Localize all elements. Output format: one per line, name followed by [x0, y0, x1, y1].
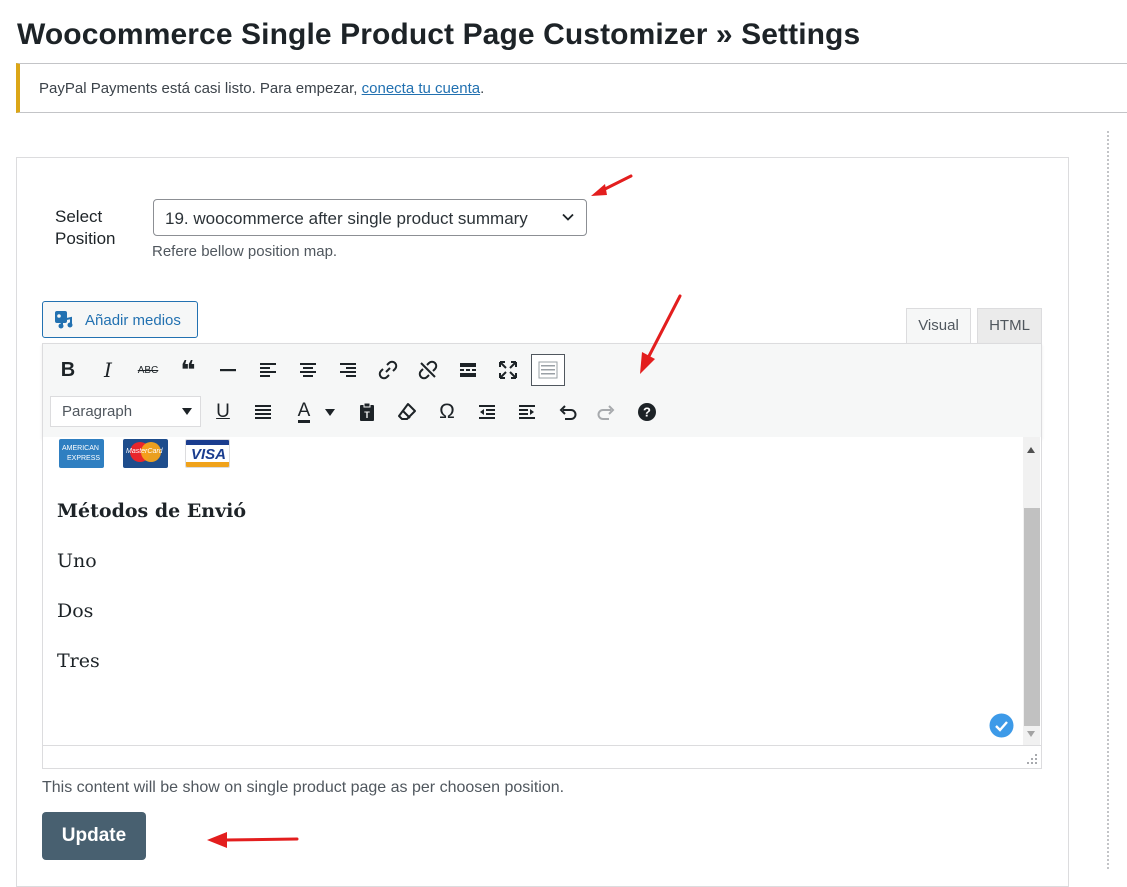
outdent-icon: [479, 405, 495, 419]
align-right-button[interactable]: [333, 355, 363, 385]
scroll-up-arrow-icon[interactable]: [1027, 447, 1035, 453]
blockquote-icon: ❝: [180, 354, 196, 385]
read-more-button[interactable]: [453, 355, 483, 385]
editor-description: This content will be show on single prod…: [42, 779, 565, 796]
underline-button[interactable]: U: [208, 397, 238, 427]
justify-icon: [255, 405, 271, 419]
strikethrough-icon: ABC: [137, 364, 159, 376]
add-media-label: Añadir medios: [85, 312, 181, 329]
mastercard-text: MasterCard: [126, 448, 163, 455]
connect-account-link[interactable]: conecta tu cuenta: [362, 80, 480, 97]
clear-formatting-icon: [398, 403, 416, 420]
undo-icon: [559, 405, 577, 420]
indent-icon: [519, 405, 535, 419]
blockquote-button[interactable]: ❝: [173, 355, 203, 385]
side-divider: [1107, 131, 1109, 869]
align-center-icon: [300, 363, 316, 377]
fullscreen-icon: [499, 361, 517, 379]
amex-line-1: AMERICAN: [62, 445, 99, 452]
align-center-button[interactable]: [293, 355, 323, 385]
position-select[interactable]: 19. woocommerce after single product sum…: [153, 199, 587, 236]
amex-line-2: EXPRESS: [67, 455, 101, 462]
visa-text: VISA: [191, 446, 227, 463]
notice-text: PayPal Payments está casi listo. Para em…: [39, 80, 362, 97]
annotation-arrow-icon: [207, 832, 299, 848]
editor-content-area[interactable]: AMERICAN EXPRESS MasterCard VISA Métodos…: [42, 437, 1042, 746]
amex-card-logo: AMERICAN EXPRESS: [59, 439, 104, 468]
chevron-down-icon: [562, 213, 574, 221]
indent-button[interactable]: [512, 397, 542, 427]
mastercard-logo: MasterCard: [123, 439, 168, 468]
bold-button[interactable]: B: [53, 355, 83, 385]
resize-grip-icon[interactable]: [1026, 753, 1038, 765]
underline-icon: U: [216, 401, 230, 422]
link-icon: [378, 360, 398, 380]
editor-statusbar: [42, 745, 1042, 769]
editor-scrollbar-thumb[interactable]: [1024, 508, 1040, 726]
update-button[interactable]: Update: [42, 812, 146, 860]
visa-card-logo: VISA: [185, 439, 230, 468]
content-item: Dos: [57, 600, 94, 622]
toolbar-toggle-button[interactable]: [531, 354, 565, 386]
annotation-arrow-icon: [591, 174, 633, 196]
page-title: Woocommerce Single Product Page Customiz…: [17, 18, 861, 51]
special-character-button[interactable]: Ω: [432, 397, 462, 427]
help-button[interactable]: ?: [632, 397, 662, 427]
caret-down-icon: [325, 408, 335, 416]
strikethrough-button[interactable]: ABC: [133, 355, 163, 385]
horizontal-rule-icon: [220, 369, 236, 372]
content-heading: Métodos de Envió: [57, 500, 247, 522]
align-left-icon: [260, 363, 276, 377]
tab-visual[interactable]: Visual: [906, 308, 971, 344]
horizontal-rule-button[interactable]: [213, 355, 243, 385]
add-media-button[interactable]: Añadir medios: [42, 301, 198, 338]
justify-button[interactable]: [248, 397, 278, 427]
caret-down-icon: [182, 408, 192, 415]
notice-message: PayPal Payments está casi listo. Para em…: [39, 80, 484, 97]
content-item: Tres: [57, 650, 100, 672]
redo-button[interactable]: [592, 397, 622, 427]
align-right-icon: [340, 363, 356, 377]
format-select-value: Paragraph: [62, 403, 133, 420]
media-icon: [55, 311, 73, 329]
text-color-icon: A: [297, 399, 311, 423]
fullscreen-button[interactable]: [493, 355, 523, 385]
position-hint: Refere bellow position map.: [152, 243, 338, 260]
grammar-check-icon[interactable]: [989, 713, 1014, 738]
paste-text-button[interactable]: T: [352, 397, 382, 427]
bold-icon: B: [60, 358, 76, 381]
italic-icon: I: [104, 358, 112, 382]
help-icon: ?: [638, 403, 656, 421]
read-more-icon: [460, 363, 476, 377]
svg-text:?: ?: [643, 405, 651, 420]
outdent-button[interactable]: [472, 397, 502, 427]
clear-formatting-button[interactable]: [392, 397, 422, 427]
toolbar-toggle-icon: [538, 361, 558, 379]
align-left-button[interactable]: [253, 355, 283, 385]
scroll-down-arrow-icon[interactable]: [1027, 731, 1035, 737]
paste-text-icon: T: [360, 402, 374, 421]
link-button[interactable]: [373, 355, 403, 385]
content-item: Uno: [57, 550, 97, 572]
annotation-arrow-icon: [640, 294, 682, 374]
unlink-button[interactable]: [413, 355, 443, 385]
paypal-notice: PayPal Payments está casi listo. Para em…: [16, 63, 1127, 113]
redo-icon: [597, 405, 615, 420]
label-line-1: Select: [55, 207, 103, 226]
unlink-icon: [418, 360, 438, 380]
select-position-label: Select Position: [55, 206, 115, 250]
svg-text:T: T: [364, 410, 370, 420]
position-select-value: 19. woocommerce after single product sum…: [165, 209, 528, 228]
tab-html[interactable]: HTML: [977, 308, 1042, 344]
special-character-icon: Ω: [439, 400, 455, 423]
text-color-button[interactable]: A: [288, 397, 320, 427]
undo-button[interactable]: [552, 397, 582, 427]
italic-button[interactable]: I: [93, 355, 123, 385]
format-select[interactable]: Paragraph: [50, 396, 201, 427]
label-line-2: Position: [55, 229, 116, 248]
notice-suffix: .: [480, 80, 485, 97]
text-color-dropdown[interactable]: [320, 397, 340, 427]
